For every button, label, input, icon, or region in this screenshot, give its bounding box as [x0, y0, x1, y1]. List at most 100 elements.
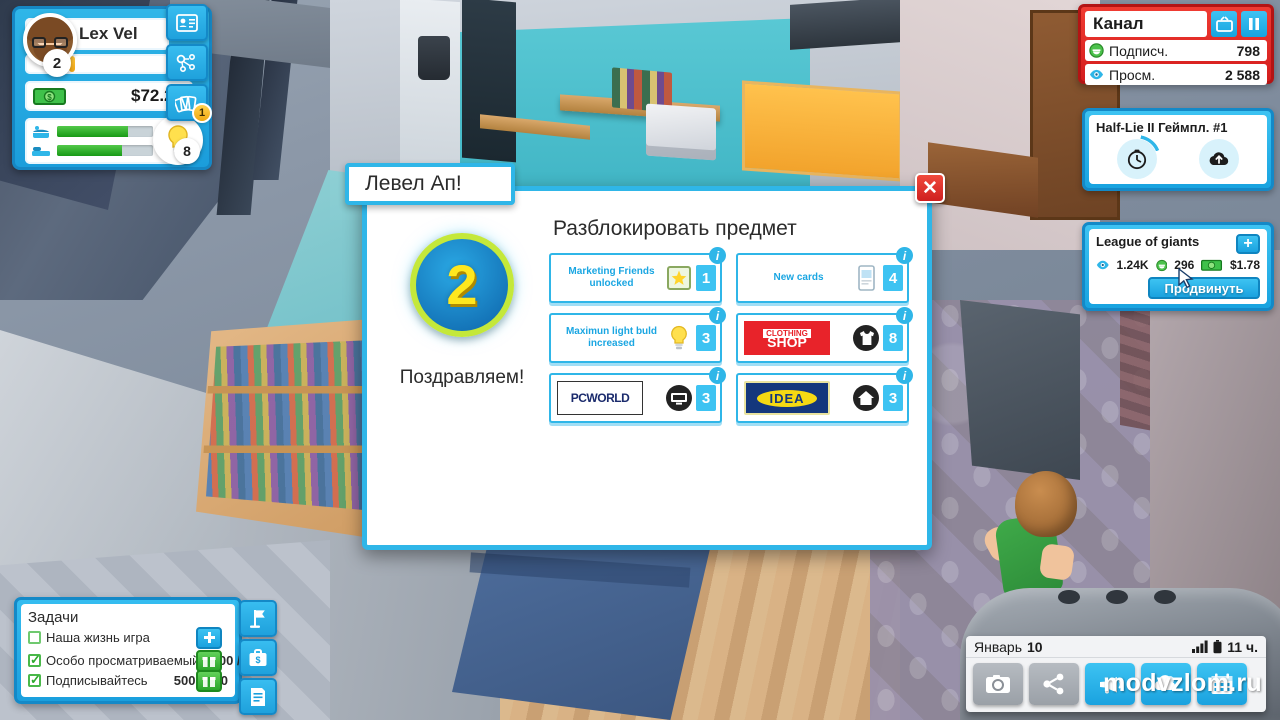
channel-title: Канал [1085, 11, 1207, 37]
tasks-panel: Задачи Наша жизнь игра Особо просматрива… [14, 597, 277, 715]
phone-app-camera[interactable] [973, 663, 1023, 705]
player-side-buttons: 1 [166, 4, 212, 124]
tshirt-icon [853, 325, 879, 351]
svg-text:$: $ [255, 655, 260, 665]
tasks-inner: Задачи Наша жизнь игра Особо просматрива… [21, 604, 273, 697]
dialog-rewards-section: Разблокировать предмет Marketing Friends… [543, 217, 913, 545]
video-add-button[interactable]: + [1236, 234, 1260, 254]
subscribers-value: 798 [1236, 42, 1260, 59]
game-character[interactable] [980, 465, 1095, 605]
scene-trashcan [418, 36, 450, 80]
reward-label: Maximun light buld increased [565, 326, 658, 349]
views-value: 2 588 [1224, 66, 1260, 83]
subscribers-label: Подписч. [1109, 42, 1169, 59]
scene-bed [452, 520, 712, 720]
video-upload-panel: Half-Lie II Геймпл. #1 [1082, 108, 1274, 191]
tv-icon [1215, 16, 1233, 32]
info-icon[interactable]: i [709, 247, 726, 264]
reward-card[interactable]: New cards 4 i [736, 247, 913, 303]
phone-app-share[interactable] [1029, 663, 1079, 705]
task-claim-button[interactable] [196, 669, 222, 692]
lightbulb-count-badge: 8 [174, 138, 200, 164]
task-row[interactable]: Наша жизнь игра [28, 626, 228, 649]
reward-quantity: 8 [883, 325, 903, 351]
scene-bookshelf-rails [200, 334, 382, 520]
energy-bar-track [57, 145, 153, 156]
video-timer-button[interactable] [1113, 135, 1161, 183]
avatar-glasses [32, 37, 68, 48]
close-icon[interactable]: ✕ [915, 173, 945, 203]
info-icon[interactable]: i [896, 367, 913, 384]
level-number: 2 [446, 253, 478, 316]
promote-button[interactable]: Продвинуть [1148, 277, 1260, 299]
video-views-value: 1.24K [1116, 258, 1149, 272]
reward-card[interactable]: CLOTHING SHOP 8 i [736, 307, 913, 363]
task-claim-button[interactable] [196, 649, 222, 672]
cards-badge: 1 [192, 103, 212, 123]
reward-card[interactable]: PCWORLD 3 i [549, 367, 726, 423]
sidebar-item-network[interactable] [166, 44, 208, 81]
cloud-upload-icon [1209, 152, 1229, 166]
sidebar-item-cards[interactable]: 1 [166, 84, 212, 123]
gift-icon [202, 676, 216, 687]
flag-icon [250, 609, 265, 628]
share-app-icon [1043, 673, 1064, 695]
plus-icon [203, 632, 215, 643]
tasks-side-buttons: $ [239, 600, 279, 717]
task-checkbox-checked[interactable] [28, 672, 41, 688]
sidebar-item-goals[interactable] [239, 600, 277, 637]
signal-bars-icon [1192, 640, 1208, 653]
video-published-panel: League of giants + 1.24K 296 $1.78 Продв… [1082, 222, 1274, 311]
reward-quantity: 3 [696, 325, 716, 351]
phone-day: 10 [1027, 638, 1043, 655]
task-checkbox-checked[interactable] [28, 652, 41, 668]
task-row[interactable]: Особо просматриваемый 1000 / 1000 [28, 649, 273, 672]
scene-printer [646, 103, 716, 161]
info-icon[interactable]: i [709, 307, 726, 324]
food-icon [33, 125, 49, 138]
task-label: Особо просматриваемый [46, 653, 200, 668]
reward-quantity: 3 [696, 385, 716, 411]
document-list-icon [251, 687, 265, 706]
task-row[interactable]: Подписывайтесь 500 / 500 [28, 669, 228, 692]
game-screen: Lex Vel $ $72.27 2 8 1 Канал Подписч. 79… [0, 0, 1280, 720]
phone-time: 11 ч. [1227, 638, 1258, 655]
scene-dark-doorway [462, 0, 516, 163]
video-published-inner: League of giants + 1.24K 296 $1.78 Продв… [1089, 229, 1267, 304]
reward-card[interactable]: Marketing Friends unlocked 1 i [549, 247, 726, 303]
sidebar-item-documents[interactable] [239, 678, 277, 715]
dialog-level-section: 2 Поздравляем! [381, 217, 543, 545]
task-checkbox-unchecked[interactable] [28, 631, 41, 644]
channel-pause-button[interactable] [1241, 11, 1267, 37]
timer-progress-ring [1113, 135, 1161, 183]
sidebar-item-business[interactable]: $ [239, 639, 277, 676]
reward-quantity: 3 [883, 385, 903, 411]
svg-text:$: $ [47, 93, 52, 102]
task-label: Подписывайтесь [46, 673, 148, 688]
profile-card-icon [176, 13, 198, 32]
reward-card[interactable]: IDEA 3 i [736, 367, 913, 423]
video-upload-actions [1096, 135, 1260, 183]
views-label: Просм. [1109, 66, 1156, 83]
channel-panel: Канал Подписч. 798 Просм. 2 588 [1078, 4, 1274, 85]
reward-card[interactable]: Maximun light buld increased 3 i [549, 307, 726, 363]
reward-label: Marketing Friends unlocked [568, 266, 655, 289]
network-share-icon [176, 53, 196, 72]
sidebar-item-profile[interactable] [166, 4, 208, 41]
treadmill-vents-top [1058, 590, 1178, 606]
player-name: Lex Vel [79, 24, 138, 43]
pcworld-logo: PCWORLD [557, 381, 643, 415]
video-publish-button[interactable] [1199, 139, 1239, 179]
info-icon[interactable]: i [896, 247, 913, 264]
energy-bar-fill [57, 145, 123, 156]
dialog-body: 2 Поздравляем! Разблокировать предмет Ma… [367, 191, 927, 545]
mouse-cursor [1178, 268, 1194, 289]
video-upload-inner: Half-Lie II Геймпл. #1 [1089, 115, 1267, 184]
home-icon [853, 385, 879, 411]
task-add-button[interactable] [196, 626, 222, 649]
video-published-title: League of giants [1096, 234, 1200, 249]
level-up-dialog: Левел Ап! ✕ 2 Поздравляем! Разблокироват… [345, 163, 945, 550]
info-icon[interactable]: i [709, 367, 726, 384]
channel-tv-button[interactable] [1211, 11, 1237, 37]
info-icon[interactable]: i [896, 307, 913, 324]
